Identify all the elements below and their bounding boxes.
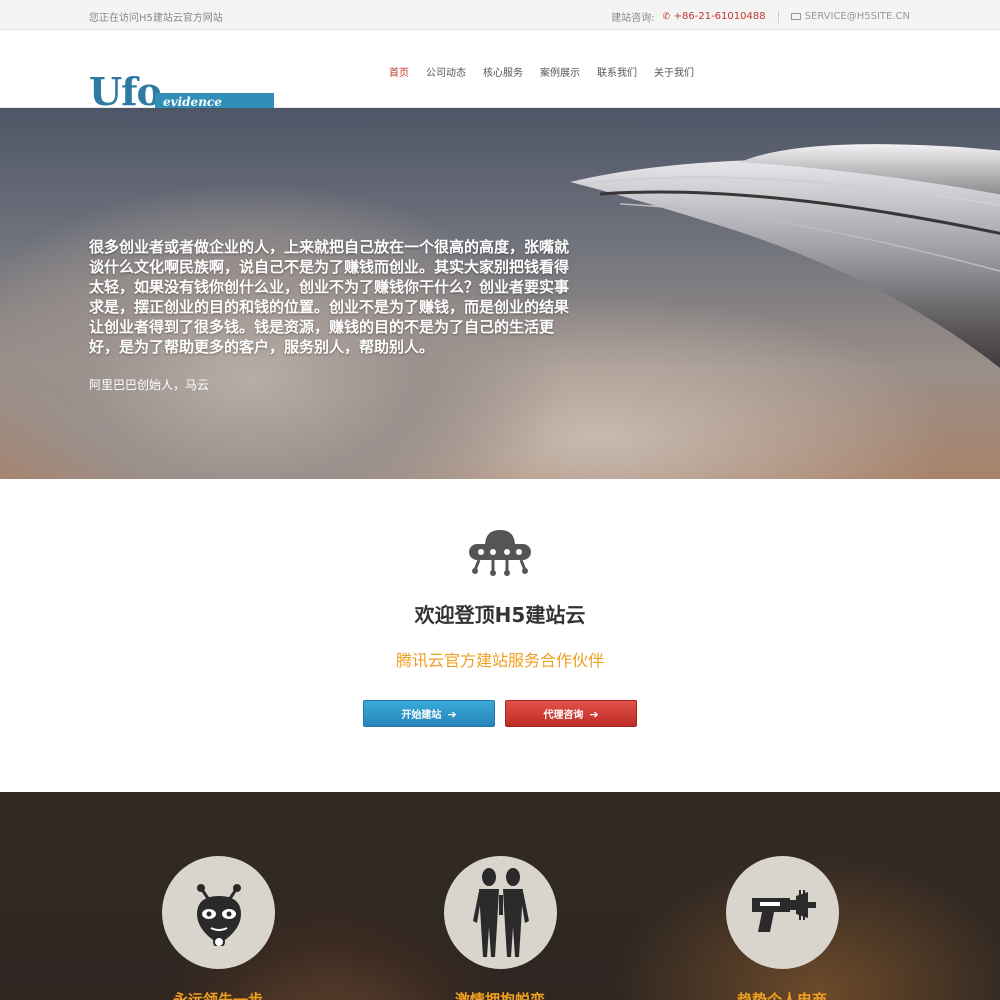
nav-item-cases[interactable]: 案例展示 (540, 64, 580, 79)
phone-number[interactable]: +86-21-61010488 (674, 11, 766, 22)
hero-author: 阿里巴巴创始人，马云 (89, 378, 210, 392)
welcome-section: 欢迎登顶H5建站云 腾讯云官方建站服务合作伙伴 开始建站 ➔ 代理咨询 ➔ (0, 479, 1000, 792)
agent-consult-label: 代理咨询 (543, 710, 584, 721)
feature-circle-1[interactable] (162, 856, 275, 969)
alien-head-icon (196, 883, 241, 946)
features-section: 永远领先一步 激情拥抱蜕变 趋势个人电商 (0, 792, 1000, 1000)
phone-icon: ✆ (662, 11, 671, 22)
start-building-label: 开始建站 (401, 710, 442, 721)
welcome-title: 欢迎登顶H5建站云 (414, 603, 586, 627)
ufo-icon (469, 530, 531, 576)
contact-info: 建站咨询: ✆ +86-21-61010488 SERVICE@H5SITE.C… (611, 9, 910, 24)
logo-text: Ufo (89, 69, 162, 114)
top-bar: 您正在访问H5建站云官方网站 建站咨询: ✆ +86-21-61010488 S… (0, 0, 1000, 30)
feature-title-3: 趋势个人电商 (736, 991, 827, 1000)
start-building-button[interactable]: 开始建站 ➔ (363, 700, 495, 727)
main-nav: 首页 公司动态 核心服务 案例展示 联系我们 关于我们 (389, 64, 711, 79)
hero-quote: 很多创业者或者做企业的人，上来就把自己放在一个很高的高度，张嘴就谈什么文化啊民族… (89, 238, 570, 356)
arrow-right-icon: ➔ (447, 708, 457, 721)
nav-item-contact[interactable]: 联系我们 (597, 64, 637, 79)
nav-item-news[interactable]: 公司动态 (426, 64, 466, 79)
arrow-right-icon: ➔ (589, 708, 599, 721)
email-link[interactable]: SERVICE@H5SITE.CN (805, 11, 910, 22)
ray-gun-icon (751, 889, 816, 932)
feature-title-2: 激情拥抱蜕变 (454, 991, 545, 1000)
aliens-icon (472, 867, 529, 957)
header: Ufo evidence 首页 公司动态 核心服务 案例展示 联系我们 关于我们 (0, 30, 1000, 114)
nav-item-home[interactable]: 首页 (389, 64, 409, 79)
mail-icon (790, 13, 801, 20)
nav-item-services[interactable]: 核心服务 (483, 64, 523, 79)
site-notice: 您正在访问H5建站云官方网站 (89, 13, 223, 24)
ufo-image (570, 144, 1000, 369)
nav-item-about[interactable]: 关于我们 (654, 64, 694, 79)
feature-circle-2[interactable] (444, 856, 557, 969)
agent-consult-button[interactable]: 代理咨询 ➔ (505, 700, 637, 727)
feature-circle-3[interactable] (726, 856, 839, 969)
divider (777, 10, 779, 23)
hero-banner: 很多创业者或者做企业的人，上来就把自己放在一个很高的高度，张嘴就谈什么文化啊民族… (0, 108, 1000, 479)
contact-label: 建站咨询: (611, 13, 655, 24)
welcome-subtitle: 腾讯云官方建站服务合作伙伴 (395, 651, 604, 670)
feature-title-1: 永远领先一步 (172, 991, 263, 1000)
